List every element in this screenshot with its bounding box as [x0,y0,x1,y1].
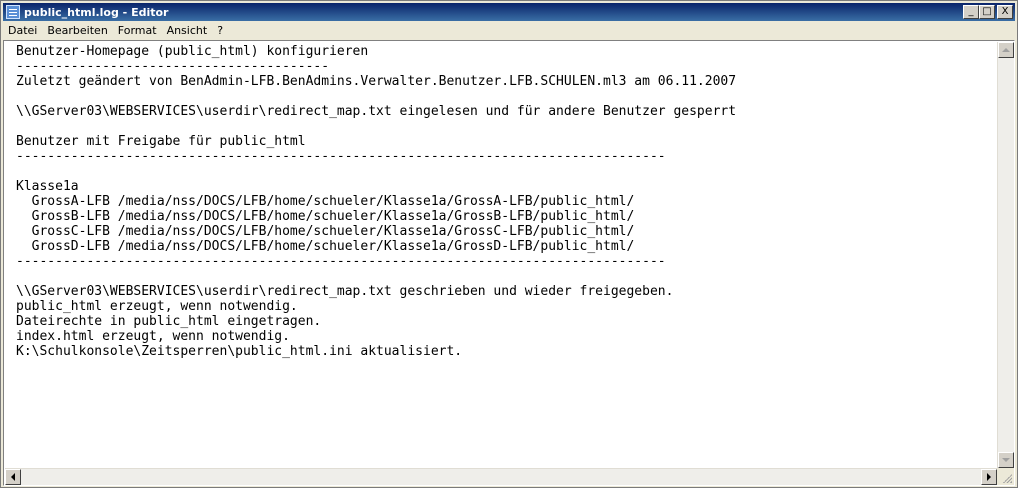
maximize-button[interactable]: □ [979,5,995,19]
text-editor[interactable]: Benutzer-Homepage (public_html) konfigur… [3,40,1015,486]
document-text[interactable]: Benutzer-Homepage (public_html) konfigur… [5,42,997,359]
arrow-up-icon [1002,48,1010,52]
title-bar[interactable]: public_html.log - Editor _ □ X [3,3,1015,21]
scroll-up-button[interactable] [998,42,1014,58]
menu-ansicht[interactable]: Ansicht [162,22,213,39]
editor-window: public_html.log - Editor _ □ X Datei Bea… [0,0,1018,488]
notepad-icon[interactable] [6,5,20,19]
arrow-left-icon [11,473,15,481]
scroll-right-button[interactable] [981,469,997,485]
arrow-right-icon [987,473,991,481]
arrow-down-icon [1002,458,1010,462]
vertical-scrollbar[interactable] [997,42,1014,468]
horizontal-scrollbar[interactable] [5,468,997,485]
menu-format[interactable]: Format [113,22,162,39]
size-grip[interactable] [997,468,1014,485]
scroll-down-button[interactable] [998,452,1014,468]
minimize-button[interactable]: _ [963,5,979,19]
menu-help[interactable]: ? [212,22,228,39]
menu-bearbeiten[interactable]: Bearbeiten [42,22,112,39]
window-title: public_html.log - Editor [24,5,169,19]
menu-datei[interactable]: Datei [3,22,42,39]
scroll-left-button[interactable] [5,469,21,485]
close-button[interactable]: X [997,5,1013,19]
text-area[interactable]: Benutzer-Homepage (public_html) konfigur… [5,42,997,468]
caption-buttons: _ □ X [963,5,1013,19]
menu-bar: Datei Bearbeiten Format Ansicht ? [3,22,1015,39]
